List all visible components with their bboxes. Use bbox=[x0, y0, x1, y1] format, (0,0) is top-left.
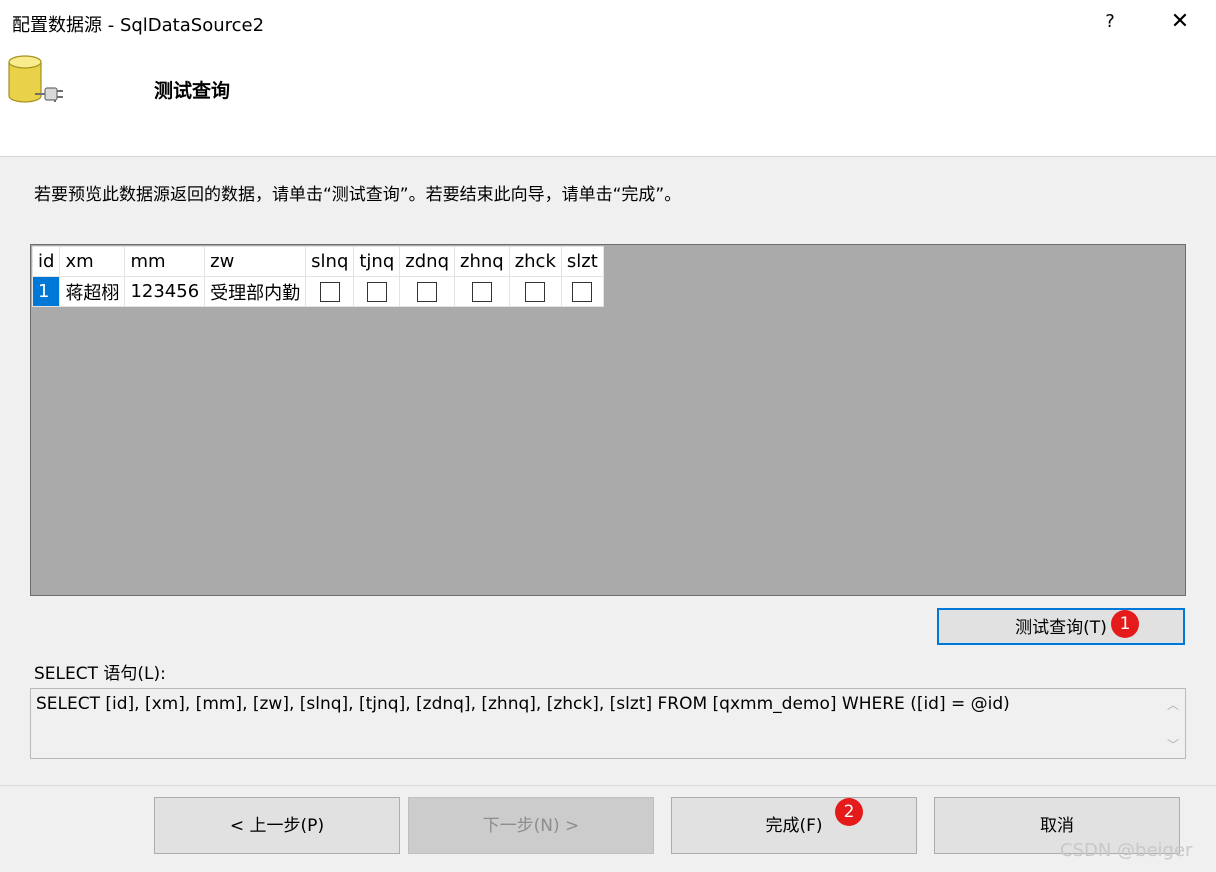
slzt-checkbox[interactable] bbox=[572, 282, 593, 302]
tjnq-checkbox[interactable] bbox=[366, 282, 387, 302]
column-header-xm[interactable]: xm bbox=[59, 246, 126, 277]
slnq-checkbox[interactable] bbox=[319, 282, 340, 302]
column-header-zhnq[interactable]: zhnq bbox=[454, 246, 510, 277]
page-heading: 测试查询 bbox=[154, 80, 231, 102]
window-title: 配置数据源 - SqlDataSource2 bbox=[12, 15, 265, 36]
cell-xm[interactable]: 蒋超栩 bbox=[59, 276, 126, 307]
column-header-zw[interactable]: zw bbox=[204, 246, 307, 277]
zhck-checkbox[interactable] bbox=[525, 282, 546, 302]
database-connection-icon bbox=[8, 55, 63, 103]
grid-header-row: id xm mm zw slnq tjnq zdnq zhnq zhck slz… bbox=[31, 246, 604, 277]
cell-zdnq[interactable] bbox=[399, 276, 455, 307]
close-icon[interactable]: ✕ bbox=[1166, 8, 1194, 36]
preview-grid-panel[interactable]: id xm mm zw slnq tjnq zdnq zhnq zhck slz… bbox=[30, 244, 1186, 596]
column-header-slzt[interactable]: slzt bbox=[560, 246, 604, 277]
instruction-text: 若要预览此数据源返回的数据，请单击“测试查询”。若要结束此向导，请单击“完成”。 bbox=[34, 185, 682, 205]
zhnq-checkbox[interactable] bbox=[471, 282, 492, 302]
column-header-zdnq[interactable]: zdnq bbox=[399, 246, 455, 277]
next-button[interactable]: 下一步(N) > bbox=[408, 797, 654, 854]
watermark: CSDN @beiger bbox=[1060, 840, 1193, 861]
column-header-mm[interactable]: mm bbox=[124, 246, 206, 277]
select-statement-text: SELECT [id], [xm], [mm], [zw], [slnq], [… bbox=[36, 694, 1010, 714]
wizard-header: 测试查询 bbox=[0, 44, 1216, 157]
cell-slzt[interactable] bbox=[560, 276, 604, 307]
select-statement-textbox[interactable]: SELECT [id], [xm], [mm], [zw], [slnq], [… bbox=[30, 688, 1186, 759]
cell-id[interactable]: 1 bbox=[31, 276, 61, 307]
annotation-badge-1: 1 bbox=[1111, 610, 1139, 638]
title-bar: 配置数据源 - SqlDataSource2 ? ✕ bbox=[0, 0, 1216, 44]
column-header-id[interactable]: id bbox=[31, 246, 61, 277]
help-icon[interactable]: ? bbox=[1097, 8, 1123, 36]
test-query-button[interactable]: 测试查询(T) bbox=[937, 608, 1185, 645]
zdnq-checkbox[interactable] bbox=[417, 282, 438, 302]
previous-button[interactable]: < 上一步(P) bbox=[154, 797, 400, 854]
cell-zw[interactable]: 受理部内勤 bbox=[204, 276, 307, 307]
table-row[interactable]: 1 蒋超栩 123456 受理部内勤 bbox=[31, 276, 604, 307]
footer-divider bbox=[0, 785, 1216, 786]
select-statement-label: SELECT 语句(L): bbox=[34, 664, 166, 684]
finish-button[interactable]: 完成(F) bbox=[671, 797, 917, 854]
preview-data-grid[interactable]: id xm mm zw slnq tjnq zdnq zhnq zhck slz… bbox=[31, 246, 604, 307]
column-header-zhck[interactable]: zhck bbox=[508, 246, 562, 277]
cell-slnq[interactable] bbox=[305, 276, 355, 307]
column-header-slnq[interactable]: slnq bbox=[305, 246, 355, 277]
scroll-down-icon[interactable]: ﹀ bbox=[1163, 735, 1183, 755]
cell-tjnq[interactable] bbox=[353, 276, 401, 307]
column-header-tjnq[interactable]: tjnq bbox=[353, 246, 401, 277]
cell-zhnq[interactable] bbox=[454, 276, 510, 307]
annotation-badge-2: 2 bbox=[835, 798, 863, 826]
cell-zhck[interactable] bbox=[508, 276, 562, 307]
scroll-up-icon[interactable]: ︿ bbox=[1163, 695, 1183, 715]
cell-mm[interactable]: 123456 bbox=[124, 276, 206, 307]
